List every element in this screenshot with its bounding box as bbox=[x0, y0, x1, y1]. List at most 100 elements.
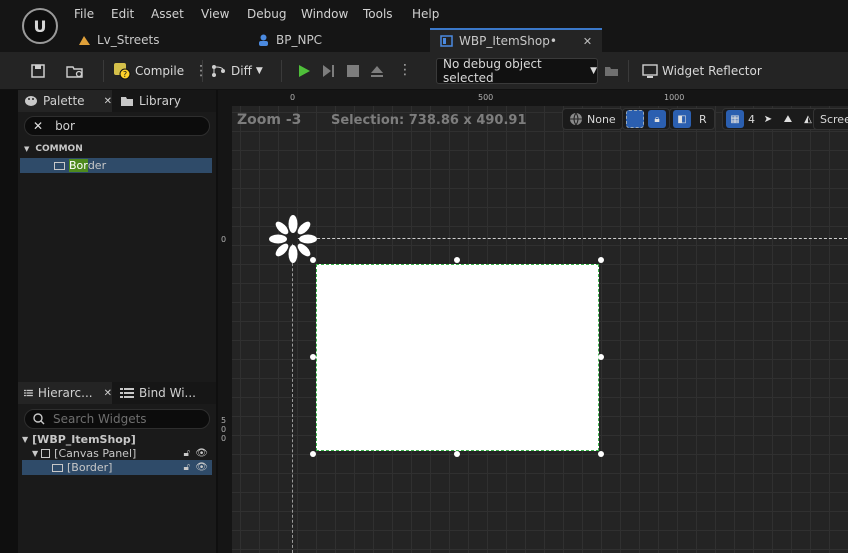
tree-item-border[interactable]: [Border] 🔓︎ 👁︎ bbox=[22, 460, 212, 475]
expand-arrow-icon: ▼ bbox=[32, 449, 39, 458]
resize-handle-top[interactable] bbox=[454, 257, 460, 263]
unlock-icon[interactable]: 🔓︎ bbox=[184, 462, 190, 473]
zoom-level: Zoom -3 bbox=[237, 112, 302, 128]
border-widget-icon bbox=[54, 161, 65, 170]
stop-button[interactable] bbox=[346, 60, 360, 82]
tab-bind-widgets[interactable]: Bind Wi... bbox=[114, 382, 214, 404]
browse-button[interactable] bbox=[66, 60, 84, 82]
layout-transform-toggle[interactable]: ◧ R bbox=[669, 108, 715, 130]
tab-label: BP_NPC bbox=[276, 33, 323, 47]
screen-size-label: Screen bbox=[820, 112, 848, 126]
close-tab-icon[interactable]: ✕ bbox=[583, 35, 592, 48]
lock-icon[interactable]: 🔒︎ bbox=[648, 110, 666, 128]
border-widget-preview[interactable] bbox=[316, 264, 599, 451]
save-button[interactable] bbox=[30, 60, 46, 82]
globe-icon bbox=[570, 112, 582, 126]
widget-reflector-icon bbox=[642, 64, 658, 78]
tree-item-canvas-panel[interactable]: ▼ [Canvas Panel] 🔓︎ 👁︎ bbox=[32, 446, 212, 461]
grid-snap-toggle[interactable]: ▦ 4 ➤ ⛰︎ ◭ bbox=[722, 108, 821, 130]
toolbar-divider bbox=[103, 60, 104, 82]
tab-label: Lv_Streets bbox=[97, 33, 160, 47]
bind-widgets-icon bbox=[120, 388, 134, 398]
tab-hierarchy[interactable]: Hierarc... ✕ bbox=[18, 382, 112, 404]
resize-handle-bottom[interactable] bbox=[454, 451, 460, 457]
compile-warning-icon: ? bbox=[114, 63, 131, 80]
play-icon bbox=[299, 65, 310, 77]
resize-handle-bottom-right[interactable] bbox=[598, 451, 604, 457]
resize-handle-right[interactable] bbox=[598, 354, 604, 360]
hierarchy-search-placeholder: Search Widgets bbox=[53, 412, 147, 426]
widget-reflector-button[interactable]: Widget Reflector bbox=[642, 60, 762, 82]
diff-button[interactable]: Diff ▼ bbox=[211, 60, 263, 82]
tab-library[interactable]: Library bbox=[114, 90, 214, 112]
section-common[interactable]: ▼ COMMON bbox=[24, 144, 83, 154]
chevron-down-icon: ▼ bbox=[590, 66, 597, 76]
landscape-icon[interactable]: ⛰︎ bbox=[779, 110, 797, 128]
stop-icon bbox=[347, 65, 359, 77]
close-hierarchy-icon[interactable]: ✕ bbox=[104, 388, 112, 399]
close-palette-icon[interactable]: ✕ bbox=[104, 96, 112, 107]
debug-object-dropdown[interactable]: No debug object selected ▼ bbox=[436, 57, 598, 85]
respect-locks-toggle[interactable]: 🔒︎ bbox=[622, 108, 670, 130]
menu-window[interactable]: Window bbox=[301, 7, 348, 21]
palette-header: Palette ✕ Library bbox=[18, 90, 216, 112]
resize-handle-top-right[interactable] bbox=[598, 257, 604, 263]
svg-text:?: ? bbox=[123, 70, 127, 79]
advance-frame-button[interactable] bbox=[320, 60, 336, 82]
palette-tab-label: Palette bbox=[43, 94, 85, 108]
cursor-select-icon[interactable]: ➤ bbox=[759, 110, 777, 128]
tab-wbp-itemshop[interactable]: WBP_ItemShop• ✕ bbox=[430, 28, 603, 52]
menu-view[interactable]: View bbox=[201, 7, 229, 21]
grid-snap-icon[interactable]: ▦ bbox=[726, 110, 744, 128]
hierarchy-search-input[interactable]: Search Widgets bbox=[24, 409, 210, 429]
palette-item-border[interactable]: Bor der bbox=[20, 158, 212, 173]
origin-guide-vertical bbox=[292, 238, 293, 553]
menu-help[interactable]: Help bbox=[412, 7, 439, 21]
r-label[interactable]: R bbox=[695, 113, 711, 126]
debug-folder-button[interactable] bbox=[604, 60, 620, 82]
tab-lv-streets[interactable]: Lv_Streets bbox=[78, 28, 160, 52]
palette-search-value: bor bbox=[55, 119, 75, 133]
resize-handle-bottom-left[interactable] bbox=[310, 451, 316, 457]
compile-button[interactable]: ? Compile ⋮ bbox=[113, 60, 208, 82]
unlock-icon[interactable]: 🔓︎ bbox=[184, 448, 190, 459]
canvas-panel-icon bbox=[41, 449, 51, 458]
menu-debug[interactable]: Debug bbox=[247, 7, 286, 21]
visibility-eye-icon[interactable]: 👁︎ bbox=[195, 462, 208, 473]
hierarchy-tab-label: Hierarc... bbox=[37, 386, 93, 400]
selection-size: Selection: 738.86 x 490.91 bbox=[331, 113, 527, 128]
ruler-label: 0 bbox=[221, 235, 227, 244]
menu-asset[interactable]: Asset bbox=[151, 7, 184, 21]
tab-bp-npc[interactable]: BP_NPC bbox=[257, 28, 322, 52]
widget-blueprint-icon bbox=[440, 35, 453, 47]
grid-size[interactable]: 4 bbox=[746, 113, 757, 126]
screen-size-dropdown[interactable]: Screen bbox=[813, 108, 848, 130]
play-options-icon[interactable]: ⋮ bbox=[398, 62, 412, 78]
selection-mode-icon[interactable] bbox=[626, 110, 644, 128]
layout-transform-icon[interactable]: ◧ bbox=[673, 110, 691, 128]
tab-label: WBP_ItemShop• bbox=[459, 34, 557, 48]
bind-widgets-tab-label: Bind Wi... bbox=[139, 386, 196, 400]
document-tab-bar: Lv_Streets BP_NPC WBP_ItemShop• ✕ bbox=[0, 28, 848, 52]
ruler-label: 0 bbox=[290, 93, 296, 102]
unreal-logo-icon[interactable]: U bbox=[22, 8, 58, 44]
menu-file[interactable]: File bbox=[74, 7, 94, 21]
tab-palette[interactable]: Palette ✕ bbox=[18, 90, 112, 112]
palette-search-input[interactable]: ✕ bor bbox=[24, 116, 210, 136]
eject-button[interactable] bbox=[369, 60, 385, 82]
expand-arrow-icon: ▼ bbox=[22, 435, 29, 444]
dpi-preview-button[interactable]: None bbox=[562, 108, 623, 130]
play-button[interactable] bbox=[296, 60, 312, 82]
folder-search-icon bbox=[605, 67, 618, 76]
menu-tools[interactable]: Tools bbox=[363, 7, 393, 21]
designer-canvas[interactable]: 0 500 1000 0 5 0 0 Zoom -3 Selection: 73… bbox=[218, 90, 848, 553]
resize-handle-top-left[interactable] bbox=[310, 257, 316, 263]
visibility-eye-icon[interactable]: 👁︎ bbox=[195, 448, 208, 459]
tree-root-item[interactable]: ▼ [WBP_ItemShop] bbox=[22, 432, 212, 447]
debug-object-value: No debug object selected bbox=[443, 57, 542, 85]
ruler-label: 0 bbox=[221, 425, 227, 434]
menu-edit[interactable]: Edit bbox=[111, 7, 134, 21]
clear-search-icon[interactable]: ✕ bbox=[33, 119, 43, 133]
diff-icon bbox=[212, 65, 225, 77]
resize-handle-left[interactable] bbox=[310, 354, 316, 360]
